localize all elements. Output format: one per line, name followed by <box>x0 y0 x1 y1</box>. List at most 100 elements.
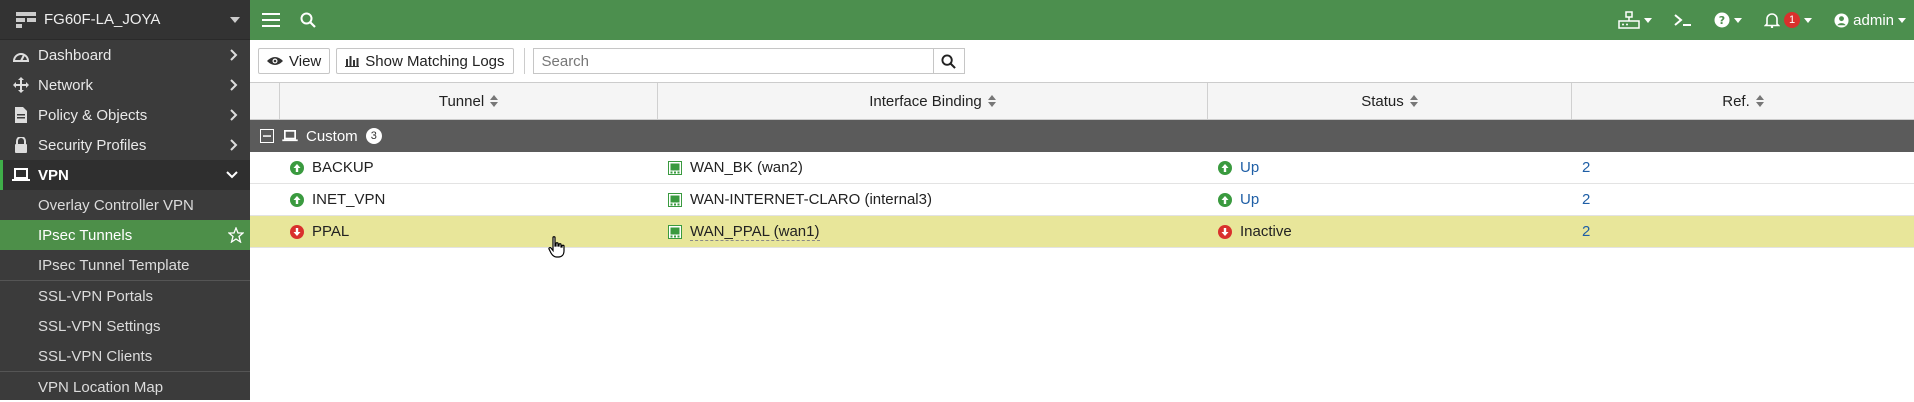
ref-link[interactable]: 2 <box>1582 159 1590 176</box>
status-text: Up <box>1240 159 1260 176</box>
cell-ref: 2 <box>1572 184 1914 215</box>
cell-tunnel: INET_VPN <box>280 184 658 215</box>
policy-icon <box>12 106 30 124</box>
admin-label: admin <box>1853 11 1894 29</box>
lock-icon <box>12 136 30 154</box>
sidebar-subitem-ssl-vpn-clients[interactable]: SSL-VPN Clients <box>0 341 250 371</box>
status-down-icon <box>1218 224 1232 239</box>
sidebar-item-label: Security Profiles <box>38 136 147 154</box>
row-spacer <box>250 184 280 215</box>
sidebar-item-policy-objects[interactable]: Policy & Objects <box>0 100 250 130</box>
sidebar-item-vpn[interactable]: VPN <box>0 160 250 190</box>
ref-link[interactable]: 2 <box>1582 191 1590 208</box>
caret-down-icon <box>1898 17 1906 23</box>
chevron-right-icon <box>230 109 238 121</box>
svg-text:?: ? <box>1719 14 1725 27</box>
caret-down-icon[interactable] <box>230 16 240 23</box>
table-row[interactable]: BACKUP WAN_BK (wan2) Up 2 <box>250 152 1914 184</box>
notifications-button[interactable]: 1 <box>1764 12 1813 28</box>
interface-name: WAN-INTERNET-CLARO (internal3) <box>690 191 932 208</box>
sidebar-item-security-profiles[interactable]: Security Profiles <box>0 130 250 160</box>
view-button[interactable]: View <box>258 48 331 74</box>
sidebar-subitem-vpn-location-map[interactable]: VPN Location Map <box>0 372 250 402</box>
admin-menu-button[interactable]: admin <box>1834 12 1906 29</box>
view-button-label: View <box>289 52 322 70</box>
toolbar-separator <box>523 48 525 74</box>
user-icon <box>1834 12 1849 28</box>
ref-link[interactable]: 2 <box>1582 223 1590 240</box>
sidebar: FG60F-LA_JOYA Dashboard Network Policy &… <box>0 0 250 400</box>
sidebar-item-network[interactable]: Network <box>0 70 250 100</box>
status-up-icon <box>290 160 304 175</box>
header-spacer <box>250 83 280 119</box>
top-bar: ? 1 admin <box>250 0 1914 40</box>
group-row-custom[interactable]: Custom 3 <box>250 120 1914 152</box>
status-up-icon <box>290 192 304 207</box>
sidebar-subitem-label: SSL-VPN Clients <box>38 347 153 365</box>
network-device-icon <box>1618 11 1640 29</box>
sidebar-item-label: Dashboard <box>38 46 112 64</box>
table-header: Tunnel Interface Binding Status Ref. <box>250 82 1914 120</box>
column-header-tunnel[interactable]: Tunnel <box>280 83 658 119</box>
laptop-icon <box>282 130 298 142</box>
column-header-label: Interface Binding <box>869 92 982 110</box>
caret-down-icon <box>1734 17 1743 23</box>
collapse-icon[interactable] <box>260 129 274 143</box>
show-matching-logs-label: Show Matching Logs <box>365 52 505 70</box>
status-up-icon <box>1218 160 1232 175</box>
dashboard-icon <box>12 46 30 64</box>
status-up-icon <box>1218 192 1232 207</box>
cli-console-icon[interactable] <box>1674 13 1692 27</box>
interface-icon <box>668 160 682 175</box>
search-icon[interactable] <box>300 12 316 28</box>
star-icon[interactable] <box>228 227 244 243</box>
column-header-status[interactable]: Status <box>1208 83 1572 119</box>
device-name: FG60F-LA_JOYA <box>44 11 161 28</box>
sidebar-subitem-label: SSL-VPN Settings <box>38 317 161 335</box>
sort-icon <box>490 95 499 107</box>
sidebar-subitem-ipsec-tunnel-template[interactable]: IPsec Tunnel Template <box>0 250 250 280</box>
column-header-label: Ref. <box>1722 92 1750 110</box>
caret-down-icon <box>1804 17 1813 23</box>
search-submit-button[interactable] <box>932 48 965 74</box>
row-spacer <box>250 152 280 183</box>
hand-cursor-icon <box>548 236 566 258</box>
table-row-selected[interactable]: PPAL WAN_PPAL (wan1) Inactive 2 <box>250 216 1914 248</box>
status-down-icon <box>290 224 304 239</box>
notification-badge: 1 <box>1784 12 1801 28</box>
chevron-right-icon <box>230 49 238 61</box>
help-button[interactable]: ? <box>1714 12 1743 28</box>
search-box <box>532 48 965 74</box>
chevron-right-icon <box>230 79 238 91</box>
sidebar-subitem-ssl-vpn-portals[interactable]: SSL-VPN Portals <box>0 281 250 311</box>
cell-ref: 2 <box>1572 216 1914 247</box>
eye-icon <box>267 56 283 66</box>
cell-status: Up <box>1208 152 1572 183</box>
network-device-button[interactable] <box>1618 11 1653 29</box>
status-text: Inactive <box>1240 223 1292 240</box>
cell-interface: WAN_BK (wan2) <box>658 152 1208 183</box>
column-header-interface-binding[interactable]: Interface Binding <box>658 83 1208 119</box>
help-icon: ? <box>1714 12 1730 28</box>
table-row[interactable]: INET_VPN WAN-INTERNET-CLARO (internal3) … <box>250 184 1914 216</box>
cell-status: Up <box>1208 184 1572 215</box>
column-header-ref[interactable]: Ref. <box>1572 83 1914 119</box>
sidebar-subitem-label: IPsec Tunnels <box>38 226 133 244</box>
show-matching-logs-button[interactable]: Show Matching Logs <box>336 48 514 74</box>
sort-icon <box>1755 95 1764 107</box>
column-header-label: Tunnel <box>438 92 485 110</box>
device-header[interactable]: FG60F-LA_JOYA <box>0 0 250 40</box>
sidebar-subitem-label: IPsec Tunnel Template <box>38 256 190 274</box>
sidebar-subitem-overlay-controller-vpn[interactable]: Overlay Controller VPN <box>0 190 250 220</box>
interface-icon <box>668 224 682 239</box>
tunnel-name: PPAL <box>312 223 350 240</box>
search-input[interactable] <box>532 48 933 74</box>
sidebar-subitem-ssl-vpn-settings[interactable]: SSL-VPN Settings <box>0 311 250 341</box>
sidebar-item-label: Network <box>38 76 94 94</box>
sidebar-subitem-ipsec-tunnels[interactable]: IPsec Tunnels <box>0 220 250 250</box>
fortigate-logo-icon <box>16 11 36 28</box>
network-icon <box>12 76 30 94</box>
sidebar-item-dashboard[interactable]: Dashboard <box>0 40 250 70</box>
menu-icon[interactable] <box>262 13 280 27</box>
column-header-label: Status <box>1361 92 1404 110</box>
